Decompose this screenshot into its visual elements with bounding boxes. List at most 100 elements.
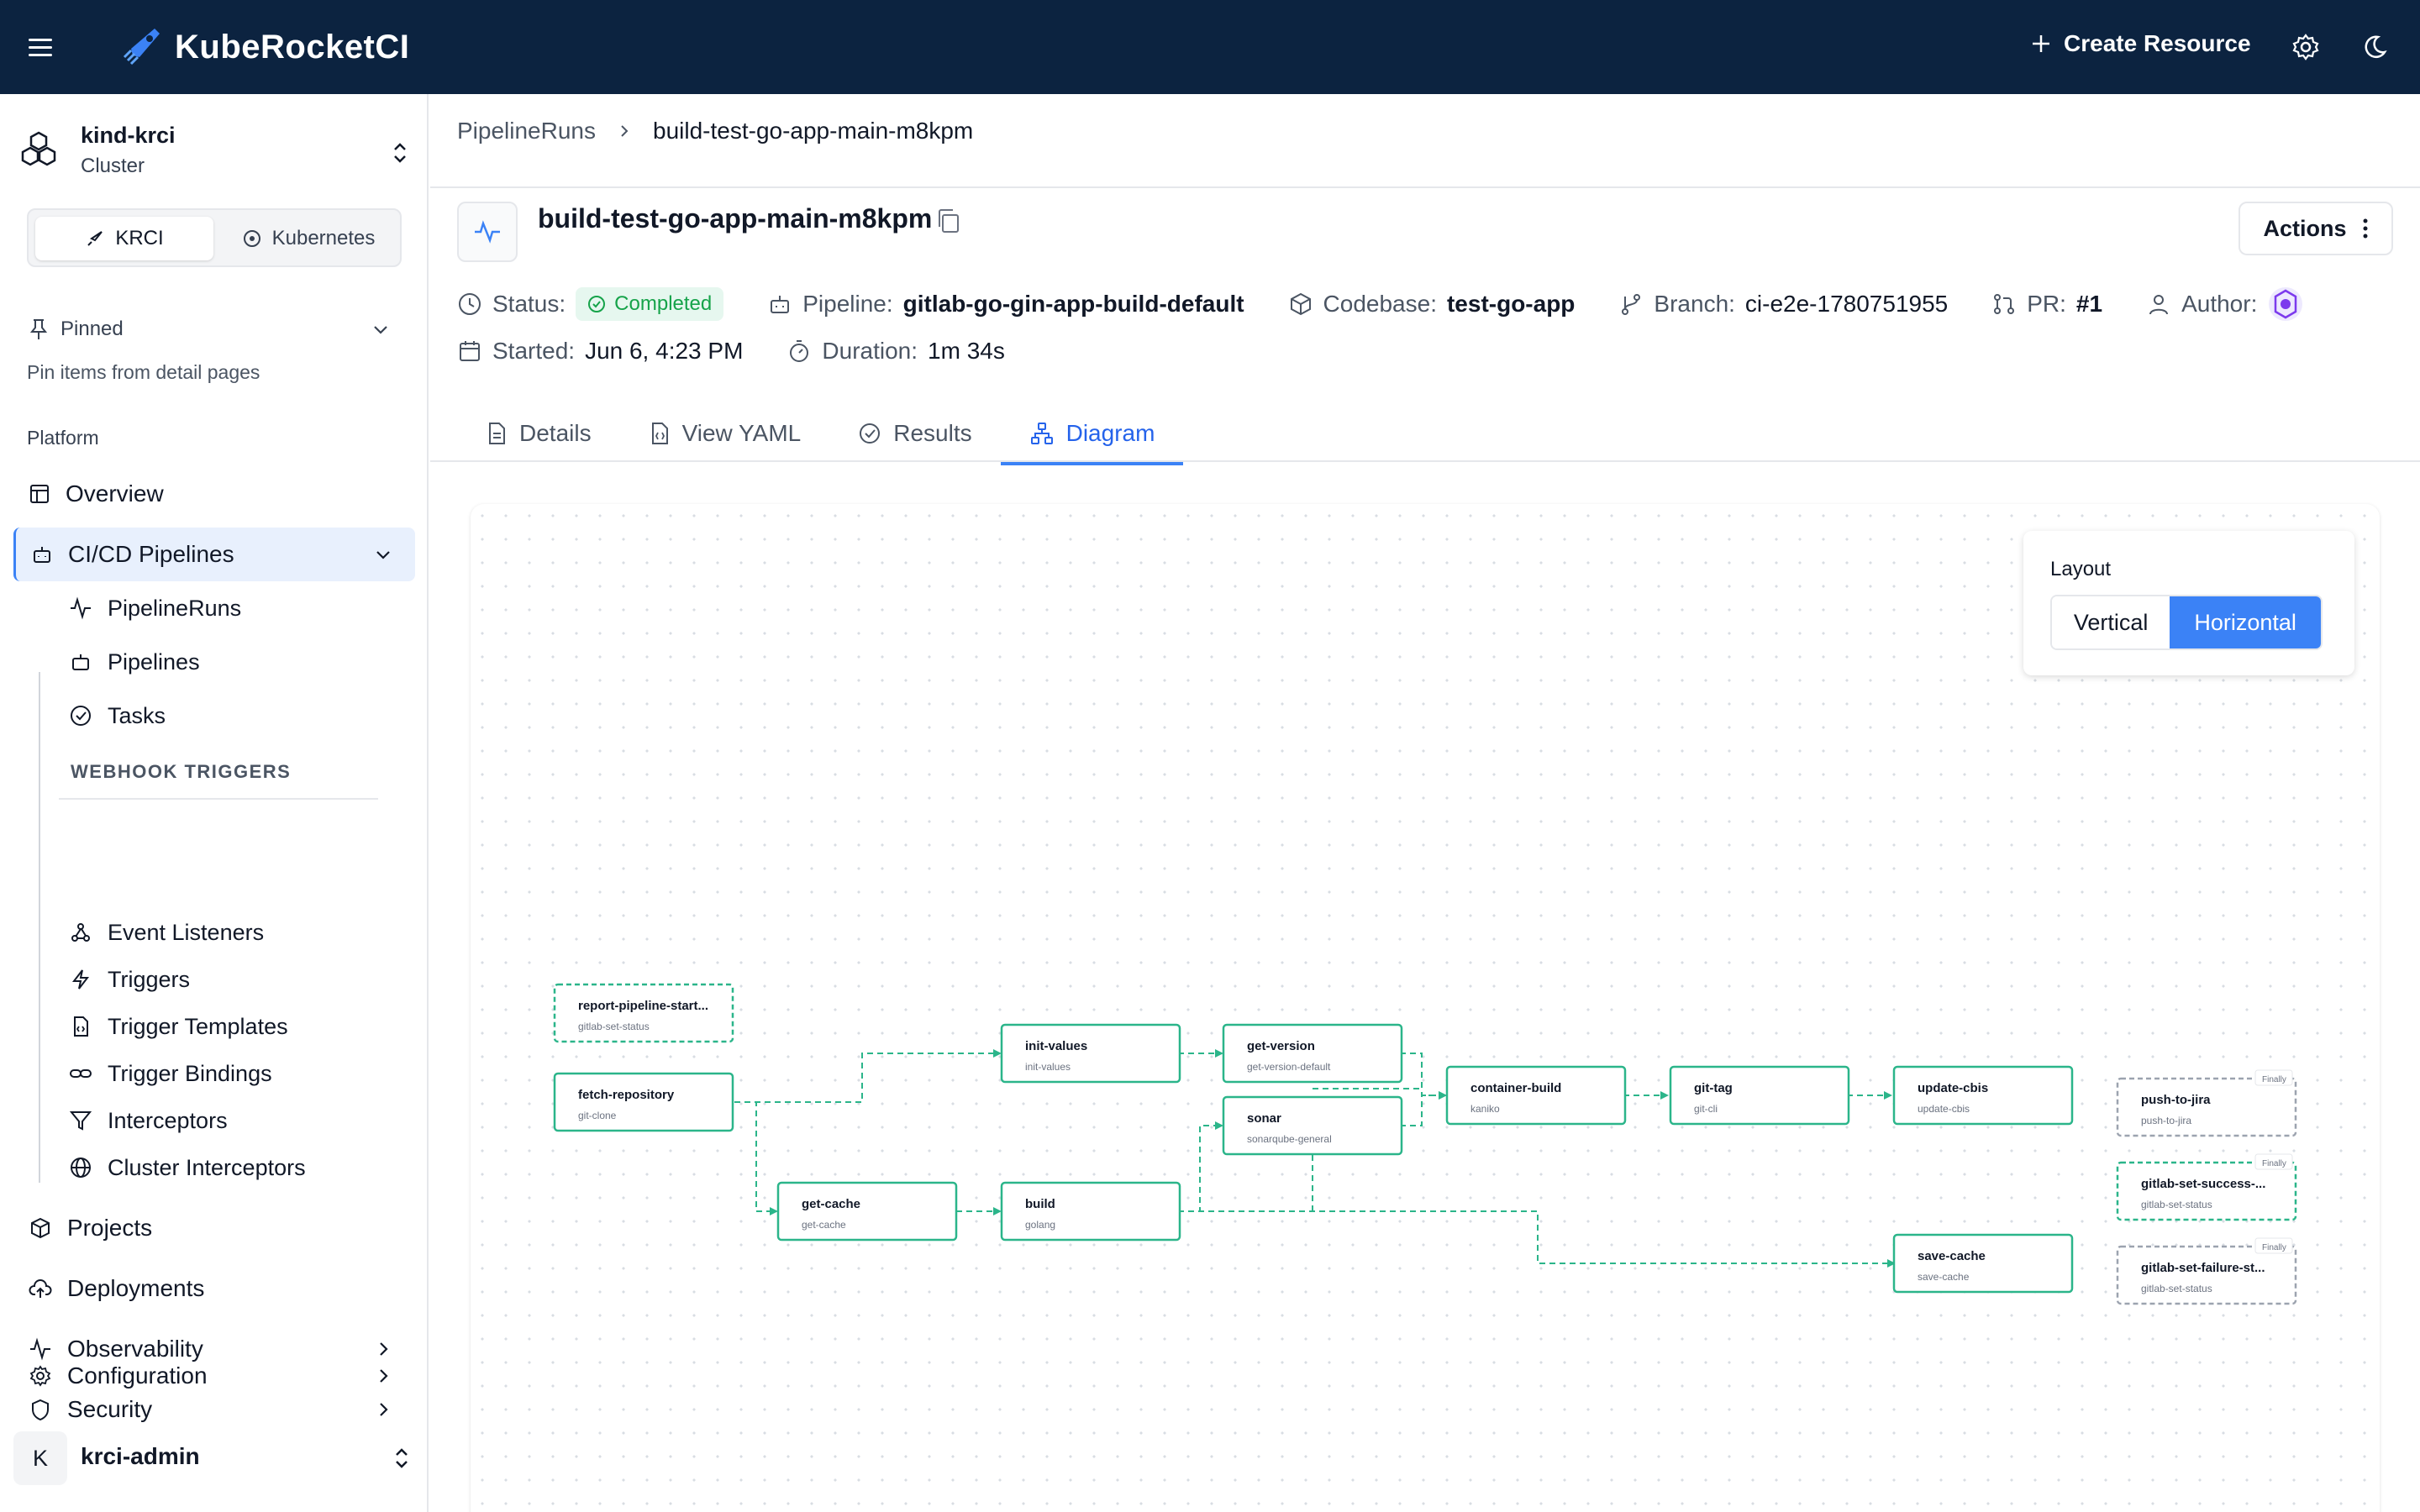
meta-row-2: Started: Jun 6, 4:23 PM Duration: 1m 34s <box>457 338 1049 365</box>
edge-sonar-cbuild <box>1400 1091 1447 1126</box>
task-node-getcache[interactable]: get-cache get-cache <box>776 1181 958 1242</box>
nav-pipelineruns-label: PipelineRuns <box>108 595 242 621</box>
task-node-ref: get-version-default <box>1247 1061 1331 1073</box>
codebase-link[interactable]: test-go-app <box>1447 291 1575 318</box>
task-node-jira[interactable]: push-to-jira push-to-jira Finally <box>2116 1069 2297 1137</box>
nav-trigger-bindings[interactable]: Trigger Bindings <box>69 1053 272 1094</box>
author-meta: Author: <box>2146 286 2304 323</box>
task-node-name: get-cache <box>802 1197 860 1211</box>
task-node-gittag[interactable]: git-tag git-cli <box>1669 1065 1850 1126</box>
nav-trigger-templates[interactable]: Trigger Templates <box>69 1006 288 1047</box>
task-node-failure[interactable]: gitlab-set-failure-st... gitlab-set-statu… <box>2116 1237 2297 1305</box>
task-node-sonar[interactable]: sonar sonarqube-general <box>1222 1095 1403 1156</box>
link-icon <box>70 1069 92 1078</box>
pinned-section-toggle[interactable]: Pinned <box>29 312 402 346</box>
task-node-box <box>1445 1065 1627 1126</box>
task-node-name: fetch-repository <box>578 1088 675 1102</box>
layout-vertical-button[interactable]: Vertical <box>2052 596 2170 648</box>
nav-configuration[interactable]: Configuration <box>13 1349 415 1403</box>
pipeline-link[interactable]: gitlab-go-gin-app-build-default <box>903 291 1244 318</box>
task-node-box <box>1669 1065 1850 1126</box>
box-icon <box>1290 292 1311 316</box>
chevron-right-icon <box>621 125 629 137</box>
task-node-name: init-values <box>1025 1039 1087 1053</box>
task-node-build[interactable]: build golang <box>1000 1181 1181 1242</box>
task-node-box <box>1892 1065 2074 1126</box>
nav-pipelineruns[interactable]: PipelineRuns <box>69 588 241 628</box>
actions-button[interactable]: Actions <box>2238 202 2393 255</box>
task-node-box <box>1222 1095 1403 1156</box>
view-switcher: KRCI Kubernetes <box>27 208 402 267</box>
chevron-right-icon <box>380 1369 388 1383</box>
app-logo[interactable]: KubeRocketCI <box>118 24 409 71</box>
breadcrumb-pipelineruns-link[interactable]: PipelineRuns <box>457 118 596 144</box>
task-node-box <box>1000 1181 1181 1242</box>
tab-details[interactable]: Details <box>457 407 620 460</box>
edge-fetch-init <box>734 1049 1002 1103</box>
tab-view-yaml[interactable]: View YAML <box>620 407 830 460</box>
create-resource-button[interactable]: Create Resource <box>2030 30 2251 57</box>
user-menu[interactable]: K krci-admin <box>13 1428 415 1488</box>
file-code-icon <box>74 1016 88 1037</box>
task-node-box <box>2116 1077 2297 1137</box>
nav-cicd-pipelines[interactable]: CI/CD Pipelines <box>13 528 415 581</box>
bot-icon <box>72 654 89 670</box>
author-avatar-icon[interactable] <box>2267 286 2304 323</box>
task-node-ref: gitlab-set-status <box>2141 1199 2212 1210</box>
krci-label: KRCI <box>115 227 164 249</box>
nav-interceptors-label: Interceptors <box>108 1107 228 1133</box>
cluster-name: kind-krci <box>81 123 176 148</box>
main-content: PipelineRuns build-test-go-app-main-m8kp… <box>430 94 2420 1512</box>
nav-pipelines-label: Pipelines <box>108 648 200 675</box>
app-title: KubeRocketCI <box>175 28 410 66</box>
nav-triggers[interactable]: Triggers <box>69 959 190 1000</box>
task-node-ref: push-to-jira <box>2141 1115 2191 1126</box>
box-icon <box>31 1217 50 1239</box>
task-node-success[interactable]: gitlab-set-success-... gitlab-set-status F… <box>2116 1153 2297 1221</box>
pr-meta: PR: #1 <box>1991 291 2102 318</box>
file-text-icon <box>489 423 505 444</box>
tab-results[interactable]: Results <box>829 407 1000 460</box>
layout-horizontal-button[interactable]: Horizontal <box>2170 596 2321 648</box>
task-node-report[interactable]: report-pipeline-start... gitlab-set-statu… <box>553 983 734 1043</box>
bot-icon <box>34 547 50 563</box>
dark-mode-icon[interactable] <box>2360 32 2390 62</box>
nav-overview[interactable]: Overview <box>13 467 415 521</box>
nav-cluster-interceptors-label: Cluster Interceptors <box>108 1154 306 1180</box>
nav-projects-label: Projects <box>67 1215 153 1241</box>
nav-pipelines[interactable]: Pipelines <box>69 642 200 682</box>
status-label: Status: <box>492 291 566 317</box>
status-meta: Status: Completed <box>457 287 724 321</box>
diagram-canvas[interactable]: report-pipeline-start... gitlab-set-statu… <box>471 504 2380 1512</box>
gear-icon[interactable] <box>2291 32 2321 62</box>
task-node-name: container-build <box>1470 1081 1561 1095</box>
task-node-getver[interactable]: get-version get-version-default <box>1222 1023 1403 1084</box>
copy-icon[interactable] <box>934 207 963 235</box>
nav-projects[interactable]: Projects <box>13 1201 415 1255</box>
task-node-fetch[interactable]: fetch-repository git-clone <box>553 1072 734 1132</box>
nav-configuration-label: Configuration <box>67 1362 208 1389</box>
nav-cluster-interceptors[interactable]: Cluster Interceptors <box>69 1147 306 1188</box>
cluster-icon <box>21 131 56 166</box>
cluster-switcher[interactable]: kind-krci Cluster <box>18 118 413 185</box>
task-node-ref: git-cli <box>1694 1103 1718 1115</box>
pin-icon <box>29 319 48 339</box>
platform-section-label: Platform <box>27 427 99 449</box>
nav-interceptors[interactable]: Interceptors <box>69 1100 228 1141</box>
task-node-cbis[interactable]: update-cbis update-cbis <box>1892 1065 2074 1126</box>
cloud-upload-icon <box>29 1279 52 1298</box>
kubernetes-tab[interactable]: Kubernetes <box>220 217 397 260</box>
krci-tab[interactable]: KRCI <box>35 217 213 260</box>
nav-deployments[interactable]: Deployments <box>13 1262 415 1315</box>
task-node-cbuild[interactable]: container-build kaniko <box>1445 1065 1627 1126</box>
check-circle-icon <box>860 423 881 444</box>
task-node-savecache[interactable]: save-cache save-cache <box>1892 1233 2074 1294</box>
task-node-name: get-version <box>1247 1039 1315 1053</box>
nav-tasks[interactable]: Tasks <box>69 696 166 736</box>
tab-diagram[interactable]: Diagram <box>1000 407 1184 465</box>
pr-link[interactable]: #1 <box>2076 291 2102 318</box>
menu-icon[interactable] <box>25 32 55 62</box>
task-node-box <box>2116 1161 2297 1221</box>
task-node-init[interactable]: init-values init-values <box>1000 1023 1181 1084</box>
nav-event-listeners[interactable]: Event Listeners <box>69 912 264 953</box>
